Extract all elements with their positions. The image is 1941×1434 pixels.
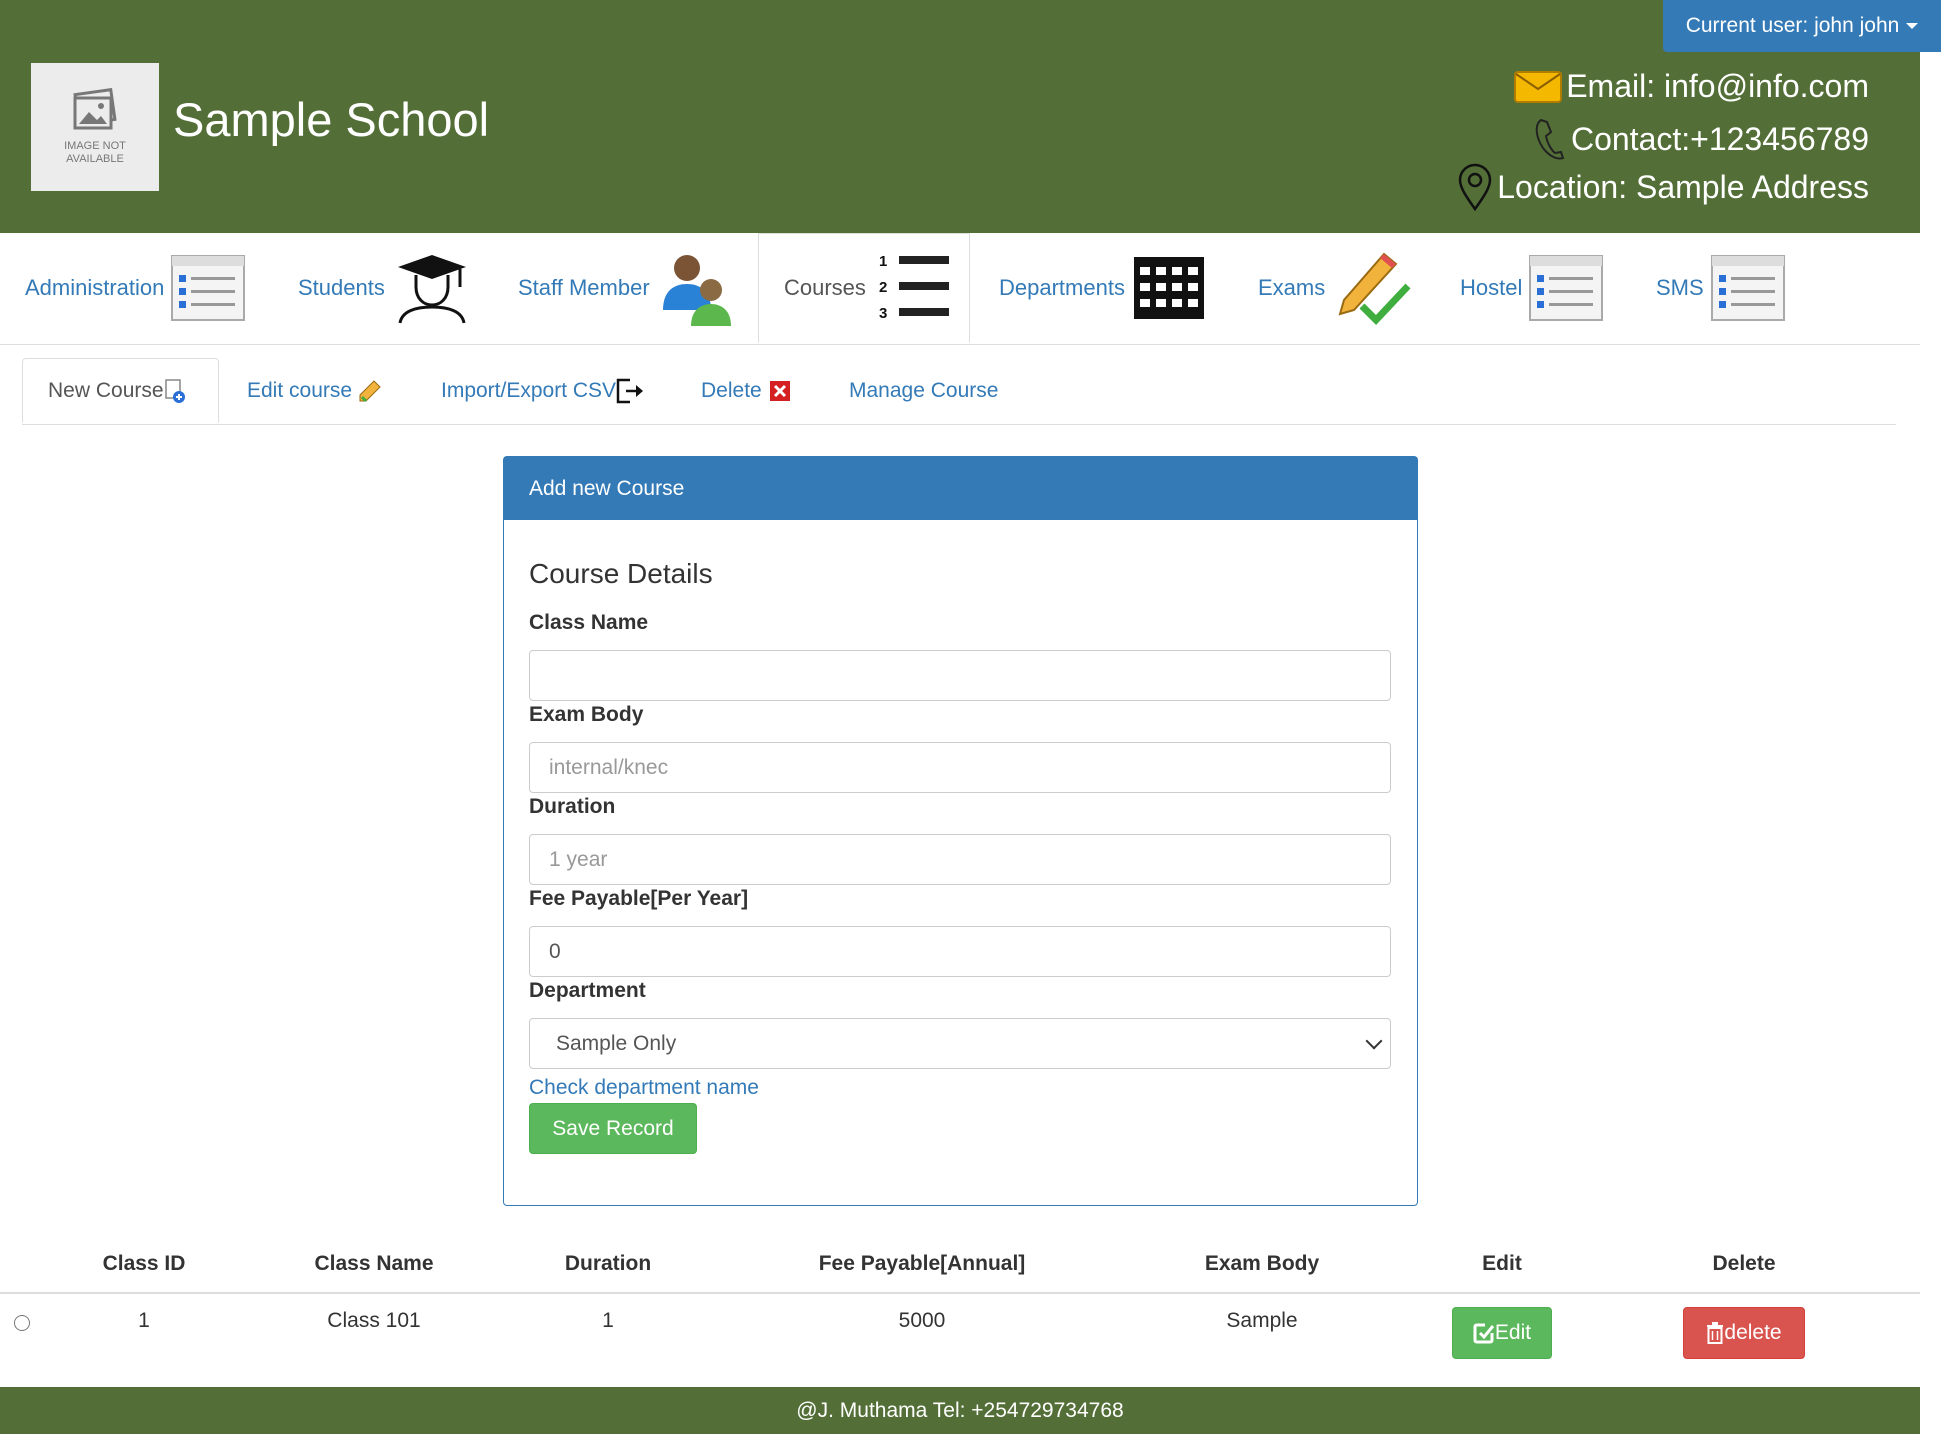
nav-label: Hostel [1460, 275, 1523, 300]
building-icon [1133, 257, 1204, 319]
phone-text: Contact:+123456789 [1570, 120, 1869, 157]
nav-sms[interactable]: SMS [1656, 233, 1785, 343]
footer-text: @J. Muthama Tel: +254729734768 [796, 1398, 1124, 1422]
department-selected-value: Sample Only [556, 1031, 677, 1055]
site-footer: @J. Muthama Tel: +254729734768 [0, 1387, 1920, 1434]
nav-label: Exams [1258, 275, 1326, 300]
tab-label: New Course [48, 378, 164, 402]
cell-fee: 5000 [898, 1309, 946, 1332]
duration-input[interactable] [529, 834, 1391, 885]
school-logo: IMAGE NOT AVAILABLE [31, 63, 159, 191]
fee-input[interactable] [529, 926, 1391, 977]
col-fee: Fee Payable[Annual] [818, 1252, 1026, 1275]
nav-staff-member[interactable]: Staff Member [518, 233, 733, 343]
nav-students[interactable]: Students [298, 233, 472, 343]
new-doc-icon [164, 378, 185, 403]
save-record-button[interactable]: Save Record [529, 1103, 697, 1154]
numbered-list-digit-3: 3 [879, 305, 887, 322]
trash-icon [1707, 1322, 1724, 1344]
tab-label: Edit course [247, 379, 353, 402]
tab-delete[interactable]: Delete [701, 358, 791, 424]
panel-title: Add new Course [504, 457, 1417, 520]
cell-duration: 1 [602, 1309, 614, 1332]
edit-button[interactable]: Edit [1452, 1307, 1552, 1359]
col-duration: Duration [564, 1252, 652, 1275]
cell-class-id: 1 [138, 1309, 150, 1332]
list-window-icon [171, 255, 246, 321]
tab-label: Import/Export CSV [441, 379, 617, 402]
form-legend: Course Details [529, 558, 713, 589]
school-name: Sample School [173, 93, 490, 146]
nav-label: Courses [784, 275, 866, 300]
nav-exams[interactable]: Exams [1258, 233, 1412, 343]
cell-exam-body: Sample [1226, 1309, 1298, 1332]
caret-down-icon [1906, 23, 1919, 29]
nav-hostel[interactable]: Hostel [1460, 233, 1604, 343]
numbered-list-digit-1: 1 [879, 253, 887, 270]
current-user-label: Current user: john john [1685, 14, 1900, 37]
col-exam-body: Exam Body [1204, 1252, 1320, 1275]
col-class-id: Class ID [102, 1252, 186, 1275]
numbered-list-icon: 1 2 3 [879, 253, 949, 322]
numbered-list-digit-2: 2 [879, 279, 887, 296]
edit-pencil-icon [359, 380, 381, 403]
col-delete: Delete [1712, 1252, 1776, 1275]
nav-departments[interactable]: Departments [999, 233, 1206, 343]
chevron-down-icon [1365, 1032, 1383, 1049]
duration-label: Duration [529, 795, 616, 818]
nav-courses[interactable]: Courses 1 2 3 [758, 233, 970, 343]
fee-label: Fee Payable[Per Year] [529, 887, 749, 910]
tab-label: Manage Course [849, 379, 999, 402]
nav-label: Staff Member [518, 275, 650, 300]
contact-email: Email: info@info.com [1514, 68, 1869, 105]
graduate-icon [397, 255, 466, 324]
class-name-input[interactable] [529, 650, 1391, 701]
contact-phone: Contact:+123456789 [1533, 116, 1869, 162]
nav-administration[interactable]: Administration [25, 233, 246, 343]
logo-placeholder-text: IMAGE NOT AVAILABLE [64, 140, 126, 165]
exam-body-input[interactable] [529, 742, 1391, 793]
add-course-panel: Add new Course Course Details Class Name… [503, 456, 1418, 1206]
location-text: Location: Sample Address [1497, 168, 1869, 205]
check-department-link[interactable]: Check department name [529, 1076, 759, 1100]
tab-import-export-csv[interactable]: Import/Export CSV [441, 358, 644, 424]
department-label: Department [529, 979, 646, 1002]
tab-new-course[interactable]: New Course [22, 358, 219, 423]
envelope-icon [1514, 70, 1563, 103]
tab-manage-course[interactable]: Manage Course [849, 358, 998, 424]
nav-label: Administration [25, 275, 165, 300]
current-user-dropdown[interactable]: Current user: john john [1663, 0, 1941, 52]
tab-label: Delete [701, 379, 762, 402]
main-nav: Administration Students Staff Member Cou… [0, 233, 1920, 345]
people-icon [662, 255, 731, 326]
delete-button-label: delete [1724, 1321, 1782, 1344]
table-header: Class ID Class Name Duration Fee Payable… [0, 1235, 1920, 1294]
list-window-icon [1710, 255, 1785, 321]
list-window-icon [1529, 255, 1604, 321]
site-header: IMAGE NOT AVAILABLE Sample School Email:… [0, 0, 1920, 233]
phone-icon [1535, 118, 1565, 160]
red-x-icon [769, 381, 790, 401]
edit-button-label: Edit [1494, 1321, 1532, 1344]
nav-label: SMS [1656, 275, 1704, 300]
export-icon [616, 378, 644, 404]
contact-location: Location: Sample Address [1457, 163, 1869, 211]
email-text: Email: info@info.com [1566, 68, 1869, 104]
map-pin-icon [1458, 163, 1492, 211]
nav-label: Students [298, 275, 385, 300]
row-select-radio[interactable] [14, 1315, 30, 1331]
nav-label: Departments [999, 275, 1125, 300]
department-select[interactable]: Sample Only [529, 1018, 1391, 1069]
col-edit: Edit [1482, 1252, 1522, 1275]
course-subtabs: New Course Edit course Import/Export CSV… [22, 358, 1896, 425]
cell-class-name: Class 101 [327, 1309, 421, 1332]
exam-body-label: Exam Body [529, 703, 644, 726]
edit-square-icon [1473, 1323, 1495, 1344]
pencil-check-icon [1338, 252, 1411, 326]
delete-button[interactable]: delete [1683, 1307, 1805, 1359]
class-name-label: Class Name [529, 611, 649, 634]
image-placeholder-icon [73, 88, 117, 130]
tab-edit-course[interactable]: Edit course [247, 358, 382, 424]
col-class-name: Class Name [314, 1252, 434, 1275]
